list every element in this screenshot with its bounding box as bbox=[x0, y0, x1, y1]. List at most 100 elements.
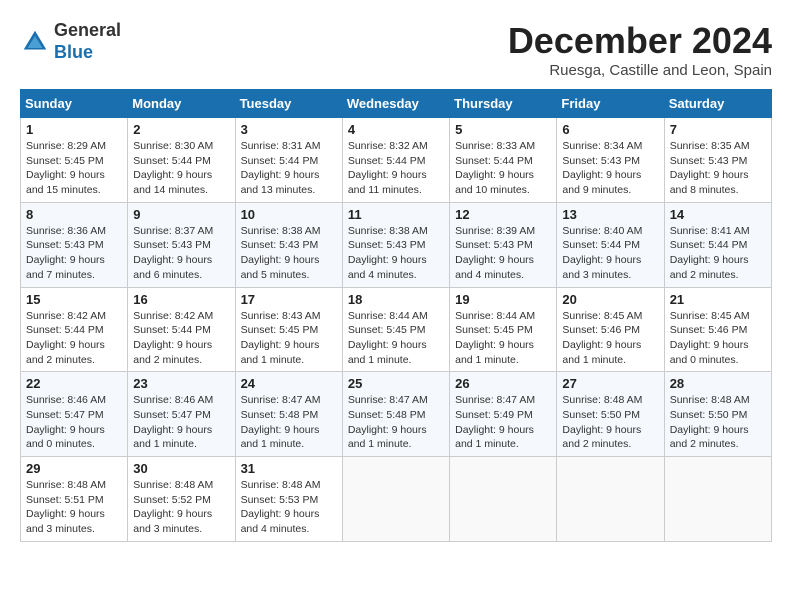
day-number: 12 bbox=[455, 207, 551, 222]
logo: General Blue bbox=[20, 20, 121, 63]
calendar-cell: 28Sunrise: 8:48 AM Sunset: 5:50 PM Dayli… bbox=[664, 372, 771, 457]
title-block: December 2024 Ruesga, Castille and Leon,… bbox=[508, 20, 772, 79]
calendar-cell bbox=[342, 457, 449, 542]
day-number: 24 bbox=[241, 376, 337, 391]
calendar-header-row: SundayMondayTuesdayWednesdayThursdayFrid… bbox=[21, 90, 772, 118]
calendar-cell: 14 Sunrise: 8:41 AM Sunset: 5:44 PM Dayli… bbox=[664, 202, 771, 287]
calendar-cell: 20Sunrise: 8:45 AM Sunset: 5:46 PM Dayli… bbox=[557, 287, 664, 372]
day-number: 18 bbox=[348, 292, 444, 307]
day-number: 31 bbox=[241, 461, 337, 476]
day-number: 29 bbox=[26, 461, 122, 476]
calendar-cell: 15 Sunrise: 8:42 AM Sunset: 5:44 PM Dayli… bbox=[21, 287, 128, 372]
day-number: 16 bbox=[133, 292, 229, 307]
day-info: Sunrise: 8:45 AM Sunset: 5:46 PM Dayligh… bbox=[562, 309, 658, 368]
day-number: 14 bbox=[670, 207, 766, 222]
day-number: 17 bbox=[241, 292, 337, 307]
day-info: Sunrise: 8:42 AM Sunset: 5:44 PM Dayligh… bbox=[133, 309, 229, 368]
calendar-cell: 27Sunrise: 8:48 AM Sunset: 5:50 PM Dayli… bbox=[557, 372, 664, 457]
day-info: Sunrise: 8:32 AM Sunset: 5:44 PM Dayligh… bbox=[348, 139, 444, 198]
calendar-cell: 25 Sunrise: 8:47 AM Sunset: 5:48 PM Dayli… bbox=[342, 372, 449, 457]
calendar-cell: 7Sunrise: 8:35 AM Sunset: 5:43 PM Daylig… bbox=[664, 118, 771, 203]
day-info: Sunrise: 8:48 AM Sunset: 5:51 PM Dayligh… bbox=[26, 478, 122, 537]
day-info: Sunrise: 8:48 AM Sunset: 5:53 PM Dayligh… bbox=[241, 478, 337, 537]
calendar-cell: 30 Sunrise: 8:48 AM Sunset: 5:52 PM Dayli… bbox=[128, 457, 235, 542]
day-number: 11 bbox=[348, 207, 444, 222]
weekday-header-wednesday: Wednesday bbox=[342, 90, 449, 118]
calendar-cell: 6 Sunrise: 8:34 AM Sunset: 5:43 PM Daylig… bbox=[557, 118, 664, 203]
day-number: 4 bbox=[348, 122, 444, 137]
day-info: Sunrise: 8:33 AM Sunset: 5:44 PM Dayligh… bbox=[455, 139, 551, 198]
calendar-week-row: 22 Sunrise: 8:46 AM Sunset: 5:47 PM Dayli… bbox=[21, 372, 772, 457]
weekday-header-monday: Monday bbox=[128, 90, 235, 118]
day-number: 19 bbox=[455, 292, 551, 307]
day-info: Sunrise: 8:46 AM Sunset: 5:47 PM Dayligh… bbox=[133, 393, 229, 452]
calendar-week-row: 8Sunrise: 8:36 AM Sunset: 5:43 PM Daylig… bbox=[21, 202, 772, 287]
day-info: Sunrise: 8:44 AM Sunset: 5:45 PM Dayligh… bbox=[348, 309, 444, 368]
day-number: 6 bbox=[562, 122, 658, 137]
day-number: 25 bbox=[348, 376, 444, 391]
calendar-cell: 4 Sunrise: 8:32 AM Sunset: 5:44 PM Daylig… bbox=[342, 118, 449, 203]
day-info: Sunrise: 8:31 AM Sunset: 5:44 PM Dayligh… bbox=[241, 139, 337, 198]
day-info: Sunrise: 8:47 AM Sunset: 5:48 PM Dayligh… bbox=[348, 393, 444, 452]
calendar-cell: 9 Sunrise: 8:37 AM Sunset: 5:43 PM Daylig… bbox=[128, 202, 235, 287]
day-number: 22 bbox=[26, 376, 122, 391]
calendar-cell: 19 Sunrise: 8:44 AM Sunset: 5:45 PM Dayli… bbox=[450, 287, 557, 372]
day-number: 30 bbox=[133, 461, 229, 476]
day-number: 9 bbox=[133, 207, 229, 222]
day-info: Sunrise: 8:37 AM Sunset: 5:43 PM Dayligh… bbox=[133, 224, 229, 283]
day-number: 27 bbox=[562, 376, 658, 391]
calendar-cell bbox=[664, 457, 771, 542]
calendar-cell: 21Sunrise: 8:45 AM Sunset: 5:46 PM Dayli… bbox=[664, 287, 771, 372]
day-info: Sunrise: 8:47 AM Sunset: 5:48 PM Dayligh… bbox=[241, 393, 337, 452]
day-number: 15 bbox=[26, 292, 122, 307]
calendar-cell: 8Sunrise: 8:36 AM Sunset: 5:43 PM Daylig… bbox=[21, 202, 128, 287]
day-number: 2 bbox=[133, 122, 229, 137]
day-info: Sunrise: 8:43 AM Sunset: 5:45 PM Dayligh… bbox=[241, 309, 337, 368]
location: Ruesga, Castille and Leon, Spain bbox=[508, 62, 772, 79]
day-number: 3 bbox=[241, 122, 337, 137]
day-number: 23 bbox=[133, 376, 229, 391]
calendar-cell bbox=[557, 457, 664, 542]
day-info: Sunrise: 8:44 AM Sunset: 5:45 PM Dayligh… bbox=[455, 309, 551, 368]
day-number: 7 bbox=[670, 122, 766, 137]
day-info: Sunrise: 8:46 AM Sunset: 5:47 PM Dayligh… bbox=[26, 393, 122, 452]
weekday-header-tuesday: Tuesday bbox=[235, 90, 342, 118]
day-info: Sunrise: 8:36 AM Sunset: 5:43 PM Dayligh… bbox=[26, 224, 122, 283]
logo-icon bbox=[20, 27, 50, 57]
day-number: 10 bbox=[241, 207, 337, 222]
calendar-cell: 16 Sunrise: 8:42 AM Sunset: 5:44 PM Dayli… bbox=[128, 287, 235, 372]
weekday-header-sunday: Sunday bbox=[21, 90, 128, 118]
calendar-cell: 18 Sunrise: 8:44 AM Sunset: 5:45 PM Dayli… bbox=[342, 287, 449, 372]
logo-blue: Blue bbox=[54, 42, 121, 64]
calendar-cell: 29 Sunrise: 8:48 AM Sunset: 5:51 PM Dayli… bbox=[21, 457, 128, 542]
calendar-cell: 10Sunrise: 8:38 AM Sunset: 5:43 PM Dayli… bbox=[235, 202, 342, 287]
logo-general: General bbox=[54, 20, 121, 42]
weekday-header-friday: Friday bbox=[557, 90, 664, 118]
calendar-table: SundayMondayTuesdayWednesdayThursdayFrid… bbox=[20, 89, 772, 542]
page-header: General Blue December 2024 Ruesga, Casti… bbox=[20, 20, 772, 79]
day-info: Sunrise: 8:47 AM Sunset: 5:49 PM Dayligh… bbox=[455, 393, 551, 452]
day-info: Sunrise: 8:42 AM Sunset: 5:44 PM Dayligh… bbox=[26, 309, 122, 368]
calendar-cell: 17 Sunrise: 8:43 AM Sunset: 5:45 PM Dayli… bbox=[235, 287, 342, 372]
day-info: Sunrise: 8:41 AM Sunset: 5:44 PM Dayligh… bbox=[670, 224, 766, 283]
day-info: Sunrise: 8:40 AM Sunset: 5:44 PM Dayligh… bbox=[562, 224, 658, 283]
day-number: 5 bbox=[455, 122, 551, 137]
day-number: 13 bbox=[562, 207, 658, 222]
day-info: Sunrise: 8:34 AM Sunset: 5:43 PM Dayligh… bbox=[562, 139, 658, 198]
day-info: Sunrise: 8:38 AM Sunset: 5:43 PM Dayligh… bbox=[348, 224, 444, 283]
day-info: Sunrise: 8:39 AM Sunset: 5:43 PM Dayligh… bbox=[455, 224, 551, 283]
calendar-cell: 2 Sunrise: 8:30 AM Sunset: 5:44 PM Daylig… bbox=[128, 118, 235, 203]
calendar-cell: 5 Sunrise: 8:33 AM Sunset: 5:44 PM Daylig… bbox=[450, 118, 557, 203]
calendar-cell: 11 Sunrise: 8:38 AM Sunset: 5:43 PM Dayli… bbox=[342, 202, 449, 287]
calendar-cell: 23 Sunrise: 8:46 AM Sunset: 5:47 PM Dayli… bbox=[128, 372, 235, 457]
month-title: December 2024 bbox=[508, 20, 772, 62]
weekday-header-saturday: Saturday bbox=[664, 90, 771, 118]
day-number: 1 bbox=[26, 122, 122, 137]
day-info: Sunrise: 8:30 AM Sunset: 5:44 PM Dayligh… bbox=[133, 139, 229, 198]
calendar-cell: 24 Sunrise: 8:47 AM Sunset: 5:48 PM Dayli… bbox=[235, 372, 342, 457]
day-info: Sunrise: 8:48 AM Sunset: 5:52 PM Dayligh… bbox=[133, 478, 229, 537]
day-number: 28 bbox=[670, 376, 766, 391]
calendar-cell: 26Sunrise: 8:47 AM Sunset: 5:49 PM Dayli… bbox=[450, 372, 557, 457]
weekday-header-thursday: Thursday bbox=[450, 90, 557, 118]
day-info: Sunrise: 8:29 AM Sunset: 5:45 PM Dayligh… bbox=[26, 139, 122, 198]
